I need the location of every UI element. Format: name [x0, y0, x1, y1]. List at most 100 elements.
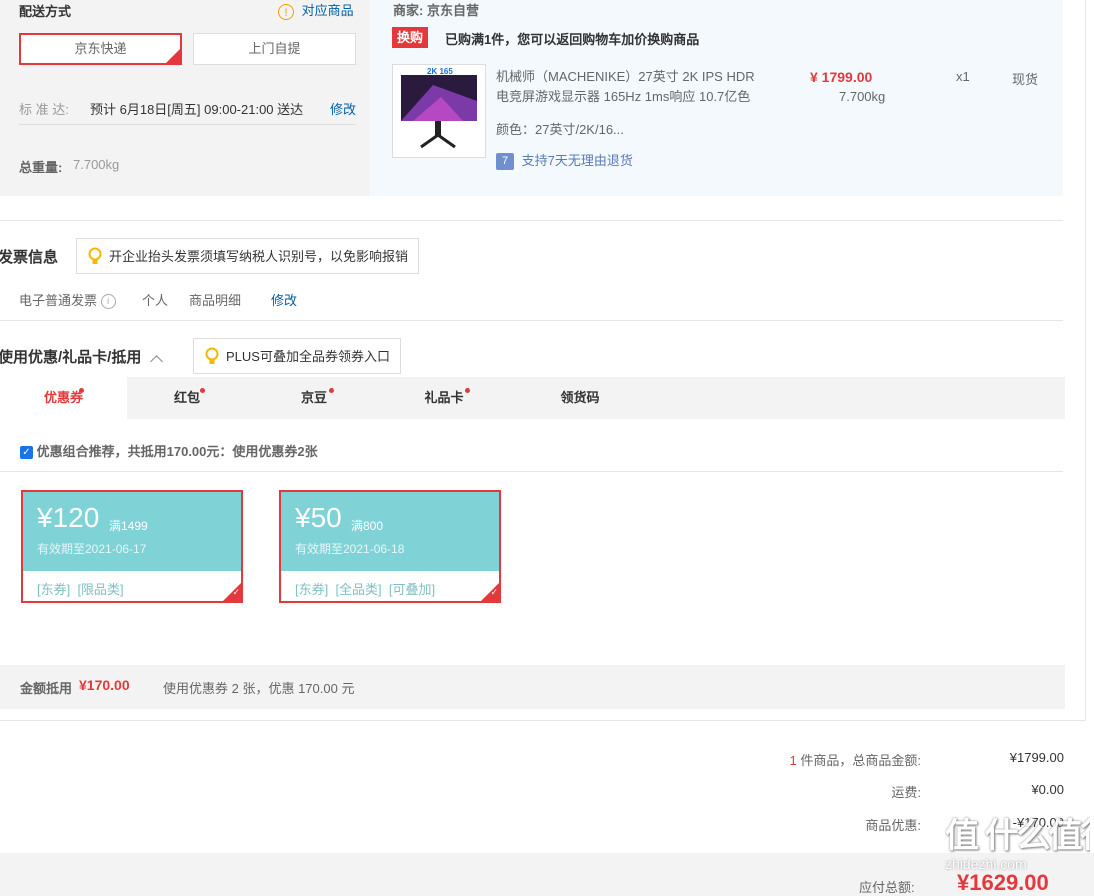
tab-label: 优惠券: [43, 390, 83, 405]
invoice-type: 电子普通发票 i: [19, 290, 116, 310]
delivery-panel: 配送方式 ! 对应商品 京东快递 上门自提 标 准 达: 预计 6月18日[周五…: [0, 0, 370, 196]
plus-coupon-tip-text: PLUS可叠加全品券领券入口: [226, 349, 390, 364]
coupon-amount: ¥120: [37, 502, 100, 533]
tab-label: 礼品卡: [424, 390, 464, 405]
invoice-type-label: 电子普通发票: [19, 293, 98, 308]
divider: [0, 220, 1063, 221]
divider: [0, 471, 1063, 472]
product-image[interactable]: 2K 165: [392, 64, 486, 158]
product-name[interactable]: 机械师（MACHENIKE）27英寸 2K IPS HDR 电竞屏游戏显示器 1…: [496, 67, 755, 107]
invoice-modify-link[interactable]: 修改: [271, 290, 297, 309]
option-jd-express[interactable]: 京东快递: [19, 33, 182, 65]
coupon-expiry: 有效期至2021-06-17: [37, 542, 147, 556]
standard-label: 标 准 达:: [19, 102, 69, 117]
payable-bar: 应付总额: ¥1629.00: [0, 853, 1094, 896]
coupon-card[interactable]: ¥120 满1499 有效期至2021-06-17 [东券] [限品类]: [21, 490, 243, 603]
coupon-header: ¥50 满800 有效期至2021-06-18: [281, 492, 499, 571]
product-image-caption: 2K 165: [427, 67, 453, 76]
watermark-domain: zhidezhi.com: [945, 856, 1027, 872]
freight-value: ¥0.00: [1031, 782, 1064, 797]
delivery-title: 配送方式: [19, 4, 72, 19]
watermark-logo: 值 什么值得买: [945, 817, 1090, 855]
tab-jd-beans[interactable]: 京豆: [254, 377, 374, 419]
new-dot: [329, 388, 334, 393]
product-stock: 现货: [1012, 72, 1039, 87]
invoice-title: 发票信息: [0, 249, 59, 266]
deduct-bar: 金额抵用 ¥170.00 使用优惠券 2 张，优惠 170.00 元: [0, 665, 1065, 709]
lightbulb-icon: [205, 347, 219, 364]
goods-total: ¥1799.00: [1009, 750, 1064, 765]
tab-redeem-code[interactable]: 领货码: [520, 377, 640, 419]
checkbox-checked[interactable]: ✓: [20, 446, 33, 460]
coupon-condition: 满1499: [109, 519, 148, 533]
product-price: ¥ 1799.00: [810, 69, 873, 85]
coupon-condition: 满800: [351, 519, 384, 533]
new-dot: [79, 388, 84, 393]
info-circle-icon[interactable]: i: [100, 294, 116, 310]
discount-label: 商品优惠:: [865, 818, 921, 833]
discount-tabs: 优惠券 红包 京豆 礼品卡 领货码: [0, 377, 1065, 419]
deduct-desc: 使用优惠券 2 张，优惠 170.00 元: [163, 681, 355, 696]
product-name-line2: 电竞屏游戏显示器 165Hz 1ms响应 10.7亿色: [496, 89, 751, 104]
divider: [19, 124, 356, 125]
coupon-tags: [东券] [全品类] [可叠加]: [295, 582, 436, 597]
check-icon: [223, 583, 241, 601]
product-weight: 7.700kg: [839, 89, 886, 104]
return-text: 支持7天无理由退货: [521, 153, 633, 168]
tab-label: 红包: [173, 390, 200, 405]
tab-coupon[interactable]: 优惠券: [0, 377, 127, 419]
recommend-text: 优惠组合推荐，共抵用170.00元：使用优惠券2张: [36, 444, 318, 459]
goods-count-row: 1 件商品，总商品金额:: [700, 750, 921, 769]
exchange-promo[interactable]: 已购满1件，您可以返回购物车加价换购商品: [445, 29, 699, 48]
divider: [0, 720, 1086, 721]
seller-name: 京东自营: [426, 3, 479, 18]
standard-text: 预计 6月18日[周五] 09:00-21:00 送达: [90, 102, 304, 117]
monitor-image: [401, 75, 477, 149]
weight-value: 7.700kg: [73, 157, 120, 172]
check-icon: [481, 583, 499, 601]
option-label: 上门自提: [248, 41, 301, 56]
goods-count: 1: [789, 753, 797, 768]
new-dot: [200, 388, 205, 393]
container-border: [1085, 0, 1086, 720]
coupon-amount: ¥50: [295, 502, 342, 533]
discount-section-toggle[interactable]: 使用优惠/礼品卡/抵用: [0, 346, 163, 368]
seven-day-return-icon: 7: [496, 153, 514, 171]
payable-label: 应付总额:: [859, 880, 915, 895]
recommend-combo[interactable]: ✓ 优惠组合推荐，共抵用170.00元：使用优惠券2张: [20, 441, 318, 460]
invoice-tip-text: 开企业抬头发票须填写纳税人识别号，以免影响报销: [109, 249, 409, 264]
freight-label: 运费:: [891, 785, 921, 800]
coupon-tags: [东券] [限品类]: [37, 582, 124, 597]
plus-coupon-tip[interactable]: PLUS可叠加全品券领券入口: [193, 338, 401, 374]
new-dot: [465, 388, 470, 393]
tab-red-packet[interactable]: 红包: [127, 377, 247, 419]
tab-label: 领货码: [560, 390, 600, 405]
delivery-modify-link[interactable]: 修改: [330, 99, 356, 118]
return-policy[interactable]: 7 支持7天无理由退货: [496, 150, 633, 171]
coupon-card[interactable]: ¥50 满800 有效期至2021-06-18 [东券] [全品类] [可叠加]: [279, 490, 501, 603]
tab-gift-card[interactable]: 礼品卡: [384, 377, 504, 419]
match-goods-link[interactable]: ! 对应商品: [278, 0, 354, 20]
weight-label: 总重量:: [19, 160, 63, 175]
option-label: 京东快递: [74, 41, 127, 56]
order-goods-panel: 商家: 京东自营 换购 已购满1件，您可以返回购物车加价换购商品 2K 165 …: [370, 0, 1063, 196]
seller-line: 商家: 京东自营: [393, 0, 479, 19]
product-name-line1: 机械师（MACHENIKE）27英寸 2K IPS HDR: [496, 69, 755, 84]
coupon-header: ¥120 满1499 有效期至2021-06-17: [23, 492, 241, 571]
chevron-up-icon: [149, 354, 163, 368]
invoice-tip: 开企业抬头发票须填写纳税人识别号，以免影响报销: [76, 238, 420, 274]
lightbulb-icon: [88, 247, 102, 264]
product-qty: x1: [956, 69, 970, 84]
option-self-pickup[interactable]: 上门自提: [193, 33, 356, 65]
tab-label: 京豆: [300, 390, 327, 405]
product-color: 颜色：27英寸/2K/16...: [496, 122, 624, 137]
match-goods-label: 对应商品: [301, 3, 354, 18]
coupon-expiry: 有效期至2021-06-18: [295, 542, 405, 556]
discount-title: 使用优惠/礼品卡/抵用: [0, 349, 142, 366]
watermark: 值 什么值得买 zhidezhi.com: [945, 808, 1090, 888]
deduct-label: 金额抵用: [20, 681, 73, 696]
invoice-detail: 商品明细: [189, 293, 242, 308]
invoice-personal: 个人: [142, 293, 169, 308]
deduct-value: ¥170.00: [79, 677, 130, 693]
seller-label: 商家:: [393, 3, 424, 18]
